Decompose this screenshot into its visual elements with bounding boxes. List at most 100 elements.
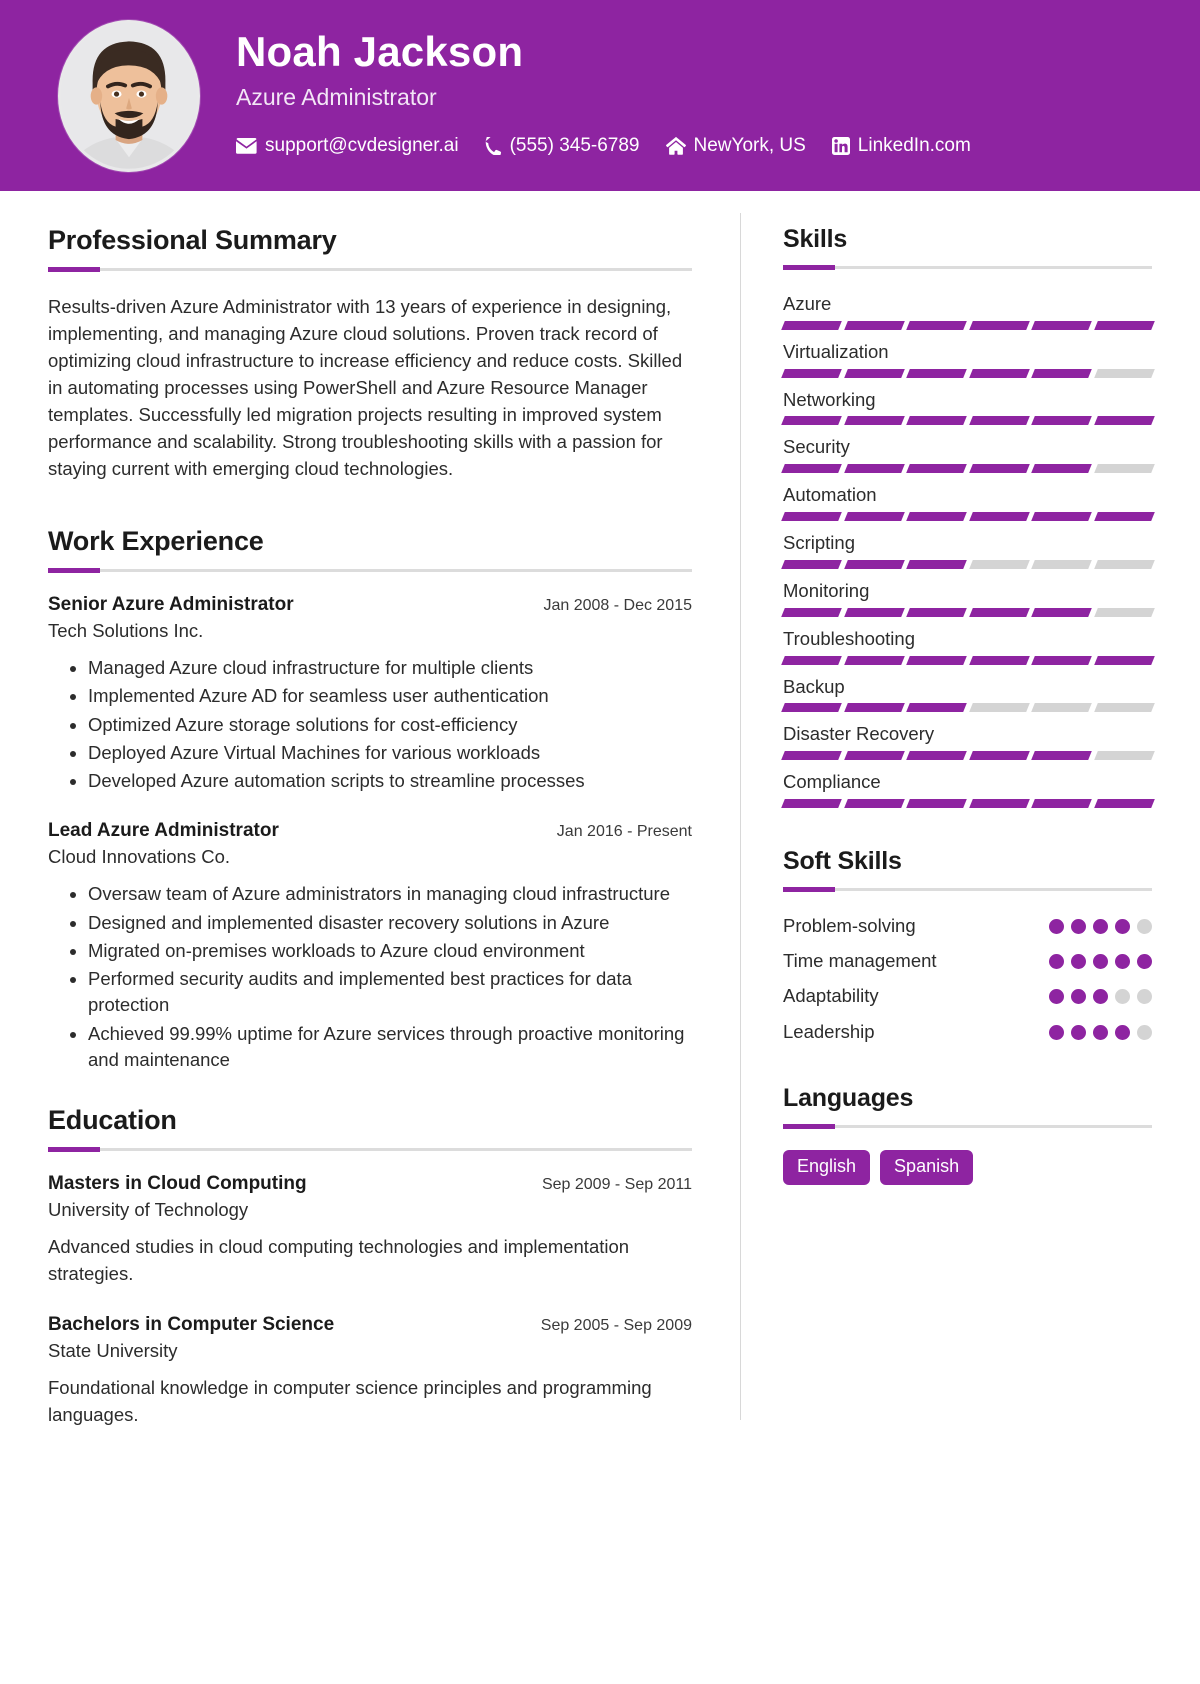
phone-icon [485, 137, 502, 156]
skill-segment [1031, 416, 1092, 426]
list-item: Implemented Azure AD for seamless user a… [88, 683, 692, 709]
skill-segment [781, 655, 842, 665]
header-text-block: Noah Jackson Azure Administrator support… [236, 27, 971, 162]
skill-segment [843, 703, 904, 713]
list-item: Oversaw team of Azure administrators in … [88, 881, 692, 907]
section-education: Education Masters in Cloud Computing Sep… [48, 1105, 692, 1428]
section-title-work: Work Experience [48, 526, 264, 556]
skill-segment [906, 751, 967, 761]
rating-dot [1137, 918, 1152, 934]
skill-segment [1031, 655, 1092, 665]
education-degree: Bachelors in Computer Science [48, 1313, 335, 1335]
skill-segment [1093, 320, 1154, 330]
work-role: Senior Azure Administrator [48, 594, 294, 615]
languages-list: English Spanish [783, 1150, 1152, 1185]
contact-location-label: NewYork, US [693, 135, 806, 157]
skill-level-bar [781, 559, 1154, 569]
skill-segment [906, 368, 967, 378]
contact-linkedin[interactable]: LinkedIn.com [831, 135, 971, 157]
skill-segment [1093, 655, 1154, 665]
skill-segment [968, 368, 1029, 378]
skill-segment [781, 512, 842, 522]
full-name: Noah Jackson [236, 27, 524, 75]
rating-dot [1115, 954, 1130, 970]
section-rule [48, 1147, 692, 1153]
rating-dot [1115, 989, 1130, 1005]
work-date: Jan 2016 - Present [556, 823, 692, 841]
skill-label: Azure [783, 293, 832, 314]
soft-skill-label: Problem-solving [783, 914, 916, 936]
contact-row: support@cvdesigner.ai (555) 345-6789 New… [236, 135, 971, 157]
skill-segment [781, 703, 842, 713]
education-school: State University [48, 1339, 178, 1361]
skill-label: Automation [783, 484, 877, 506]
rating-dot [1071, 1024, 1086, 1040]
skill-label: Backup [783, 675, 845, 697]
skill-segment [1093, 512, 1154, 522]
rating-dot [1049, 989, 1064, 1005]
contact-location[interactable]: NewYork, US [665, 135, 806, 157]
skill-segment [1031, 798, 1092, 808]
contact-email[interactable]: support@cvdesigner.ai [236, 135, 459, 157]
skill-segment [906, 416, 967, 426]
sidebar-column: Skills Azure Virtualization Networking Secu… [741, 191, 1200, 1468]
skill-segment [1093, 559, 1154, 569]
skill-level-bar [781, 464, 1154, 474]
skill-segment [1093, 464, 1154, 474]
skill-segment [1093, 798, 1154, 808]
section-soft-skills: Soft Skills Problem-solving Time manageme… [783, 847, 1152, 1045]
soft-skill-row: Leadership [783, 1019, 1152, 1045]
skill-segment [906, 464, 967, 474]
list-item: Managed Azure cloud infrastructure for m… [88, 655, 692, 681]
skill-segment [1031, 464, 1092, 474]
contact-phone[interactable]: (555) 345-6789 [485, 135, 640, 157]
skill-segment [906, 559, 967, 569]
skill-segment [843, 464, 904, 474]
soft-skill-label: Adaptability [783, 985, 879, 1007]
main-column: Professional Summary Results-driven Azur… [0, 191, 740, 1468]
skill-segment [1031, 751, 1092, 761]
soft-skill-rating [1049, 948, 1152, 970]
skill-segment [1093, 751, 1154, 761]
rating-dot [1093, 918, 1108, 934]
skill-segment [1031, 512, 1092, 522]
skill-row: Networking [781, 387, 1154, 426]
skill-segment [968, 559, 1029, 569]
skill-segment [1031, 320, 1092, 330]
language-pill: Spanish [880, 1150, 974, 1185]
section-rule [48, 568, 692, 573]
skill-segment [843, 368, 904, 378]
work-company: Tech Solutions Inc. [48, 620, 204, 641]
skill-segment [906, 512, 967, 522]
education-description: Advanced studies in cloud computing tech… [48, 1236, 630, 1284]
summary-text: Results-driven Azure Administrator with … [48, 296, 683, 479]
education-date: Sep 2009 - Sep 2011 [541, 1176, 692, 1194]
skill-level-bar [781, 512, 1154, 522]
skill-row: Automation [781, 482, 1154, 522]
skill-segment [968, 798, 1029, 808]
education-entry-head: Bachelors in Computer Science Sep 2005 -… [48, 1314, 692, 1336]
soft-skill-rating [1049, 1019, 1152, 1040]
work-date: Jan 2008 - Dec 2015 [543, 597, 692, 614]
skill-level-bar [781, 320, 1154, 330]
skill-level-bar [781, 751, 1154, 761]
section-rule [783, 265, 1152, 270]
work-entry: Senior Azure Administrator Jan 2008 - De… [48, 594, 692, 794]
skill-segment [781, 751, 842, 761]
skill-row: Virtualization [781, 339, 1154, 378]
work-company: Cloud Innovations Co. [48, 846, 231, 868]
list-item: Migrated on-premises workloads to Azure … [88, 938, 692, 964]
soft-skill-row: Time management [783, 948, 1152, 974]
rating-dot [1137, 954, 1152, 970]
rating-dot [1049, 954, 1064, 970]
skill-level-bar [781, 416, 1154, 426]
section-title-education: Education [48, 1105, 177, 1136]
section-rule [48, 267, 692, 272]
education-description: Foundational knowledge in computer scien… [48, 1376, 652, 1425]
skill-segment [968, 512, 1029, 522]
work-bullets: Oversaw team of Azure administrators in … [48, 881, 692, 1073]
rating-dot [1071, 989, 1086, 1005]
skill-level-bar [781, 368, 1154, 378]
